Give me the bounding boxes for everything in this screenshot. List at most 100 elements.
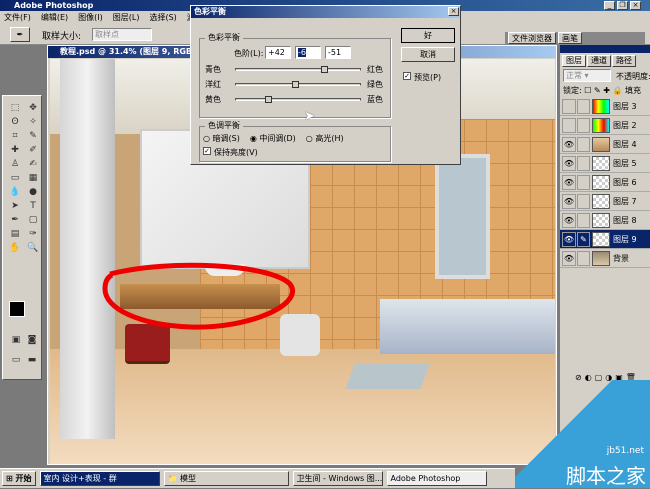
radio-shadows[interactable]: ○ 暗调(S) xyxy=(203,133,240,144)
layer-row[interactable]: 👁 图层 5 xyxy=(560,154,650,173)
layer-row[interactable]: 👁 背景 xyxy=(560,249,650,268)
levels-yellow-blue-input[interactable]: -51 xyxy=(325,46,351,59)
marquee-tool-icon[interactable]: ⬚ xyxy=(8,102,22,114)
eraser-tool-icon[interactable]: ▭ xyxy=(8,172,22,184)
minimize-button[interactable]: _ xyxy=(604,1,615,10)
stamp-tool-icon[interactable]: ♙ xyxy=(8,158,22,170)
menu-image[interactable]: 图像(I) xyxy=(78,11,103,24)
color-slider-2[interactable] xyxy=(235,96,361,103)
layer-row[interactable]: 图层 3 xyxy=(560,97,650,116)
dialog-close-button[interactable]: × xyxy=(448,7,459,16)
layer-row[interactable]: 👁 图层 6 xyxy=(560,173,650,192)
preview-checkbox[interactable]: ✓ 预览(P) xyxy=(403,72,441,83)
start-button[interactable]: ⊞ 开始 xyxy=(2,471,36,486)
preview-label: 预览(P) xyxy=(414,73,442,82)
menu-edit[interactable]: 编辑(E) xyxy=(41,11,68,24)
visibility-eye-icon[interactable] xyxy=(562,99,576,114)
color-slider-0[interactable] xyxy=(235,66,361,73)
crop-tool-icon[interactable]: ⌗ xyxy=(8,130,22,142)
magic-wand-icon[interactable]: ✧ xyxy=(26,116,40,128)
sample-size-value: 取样点 xyxy=(95,30,119,39)
visibility-eye-icon[interactable]: 👁 xyxy=(562,194,576,209)
tab-layers[interactable]: 图层 xyxy=(562,55,586,67)
menu-layer[interactable]: 图层(L) xyxy=(113,11,140,24)
restore-button[interactable]: ❐ xyxy=(617,1,628,10)
link-slot[interactable] xyxy=(577,175,590,190)
levels-magenta-green-input[interactable]: -6 xyxy=(295,46,321,59)
pen-tool-icon[interactable]: ✒ xyxy=(8,214,22,226)
taskbar-item-qq-group[interactable]: 室内 设计+表现 - 群 xyxy=(39,471,160,486)
hand-tool-icon[interactable]: ✋ xyxy=(8,242,22,254)
visibility-eye-icon[interactable]: 👁 xyxy=(562,137,576,152)
slider-thumb[interactable] xyxy=(292,81,300,88)
layer-name: 图层 6 xyxy=(613,178,637,187)
blend-mode-select[interactable]: 正常 ▾ xyxy=(563,69,611,82)
layer-row[interactable]: 👁 图层 4 xyxy=(560,135,650,154)
path-select-icon[interactable]: ➤ xyxy=(8,200,22,212)
sample-size-select[interactable]: 取样点 xyxy=(92,28,152,41)
visibility-eye-icon[interactable]: 👁 xyxy=(562,213,576,228)
levels-cyan-red-input[interactable]: +42 xyxy=(265,46,291,59)
visibility-eye-icon[interactable]: 👁 xyxy=(562,232,576,247)
checkbox-icon[interactable]: ✓ xyxy=(203,147,211,155)
taskbar-item-photoshop[interactable]: Adobe Photoshop xyxy=(386,471,487,486)
brush-tool-icon[interactable]: ✐ xyxy=(26,144,40,156)
visibility-eye-icon[interactable] xyxy=(562,118,576,133)
gradient-tool-icon[interactable]: ▦ xyxy=(26,172,40,184)
zoom-tool-icon[interactable]: 🔍 xyxy=(26,242,40,254)
close-button[interactable]: × xyxy=(630,1,641,10)
tab-channels[interactable]: 通道 xyxy=(587,55,611,67)
cancel-button[interactable]: 取消 xyxy=(401,47,455,62)
link-slot[interactable] xyxy=(577,137,590,152)
layer-row[interactable]: 👁 图层 8 xyxy=(560,211,650,230)
screen-mode-icon[interactable]: ▭ xyxy=(9,354,23,366)
blur-tool-icon[interactable]: 💧 xyxy=(8,186,22,198)
slider-thumb[interactable] xyxy=(265,96,273,103)
brush-icon[interactable]: ✎ xyxy=(577,232,590,247)
visibility-eye-icon[interactable]: 👁 xyxy=(562,251,576,266)
foreground-color-swatch[interactable] xyxy=(9,301,25,317)
healing-tool-icon[interactable]: ✚ xyxy=(8,144,22,156)
layer-row[interactable]: 👁 图层 7 xyxy=(560,192,650,211)
layer-row[interactable]: 图层 2 xyxy=(560,116,650,135)
radio-highlights[interactable]: ○ 高光(H) xyxy=(306,133,344,144)
menu-file[interactable]: 文件(F) xyxy=(4,11,31,24)
standard-mode-icon[interactable]: ▣ xyxy=(9,334,23,346)
color-slider-1[interactable] xyxy=(235,81,361,88)
full-screen-mode-icon[interactable]: ▬ xyxy=(25,354,39,366)
shape-tool-icon[interactable]: ▢ xyxy=(26,214,40,226)
radio-midtones[interactable]: ◉ 中间调(D) xyxy=(250,133,296,144)
link-slot[interactable] xyxy=(577,156,590,171)
history-brush-icon[interactable]: ✍ xyxy=(26,158,40,170)
link-slot[interactable] xyxy=(577,99,590,114)
visibility-eye-icon[interactable]: 👁 xyxy=(562,156,576,171)
tab-brushes[interactable]: 画笔 xyxy=(558,32,582,44)
checkbox-icon[interactable]: ✓ xyxy=(403,72,411,80)
notes-tool-icon[interactable]: ▤ xyxy=(8,228,22,240)
preserve-luminosity-checkbox[interactable]: ✓ 保持亮度(V) xyxy=(203,147,258,158)
eyedropper-tool-icon[interactable]: ✑ xyxy=(26,228,40,240)
menu-select[interactable]: 选择(S) xyxy=(149,11,176,24)
link-slot[interactable] xyxy=(577,251,590,266)
link-slot[interactable] xyxy=(577,213,590,228)
taskbar-item-models[interactable]: 📁 模型 xyxy=(163,471,289,486)
tab-file-browser[interactable]: 文件浏览器 xyxy=(508,32,556,44)
eyedropper-tool-preset[interactable]: ✒ xyxy=(10,27,30,42)
tab-paths[interactable]: 路径 xyxy=(612,55,636,67)
slice-tool-icon[interactable]: ✎ xyxy=(26,130,40,142)
dodge-tool-icon[interactable]: ● xyxy=(26,186,40,198)
ok-button[interactable]: 好 xyxy=(401,28,455,43)
lasso-tool-icon[interactable]: ʘ xyxy=(8,116,22,128)
quickmask-mode-icon[interactable]: ◙ xyxy=(25,334,39,346)
taskbar-item-image-viewer[interactable]: 卫生间 - Windows 图... xyxy=(292,471,383,486)
link-slot[interactable] xyxy=(577,118,590,133)
dialog-title: 色彩平衡 xyxy=(194,7,226,16)
link-slot[interactable] xyxy=(577,194,590,209)
layer-thumbnail xyxy=(592,118,610,133)
visibility-eye-icon[interactable]: 👁 xyxy=(562,175,576,190)
move-tool-icon[interactable]: ✥ xyxy=(26,102,40,114)
type-tool-icon[interactable]: T xyxy=(26,200,40,212)
slider-thumb[interactable] xyxy=(321,66,329,73)
layer-thumbnail xyxy=(592,137,610,152)
layer-row[interactable]: 👁 ✎ 图层 9 xyxy=(560,230,650,249)
